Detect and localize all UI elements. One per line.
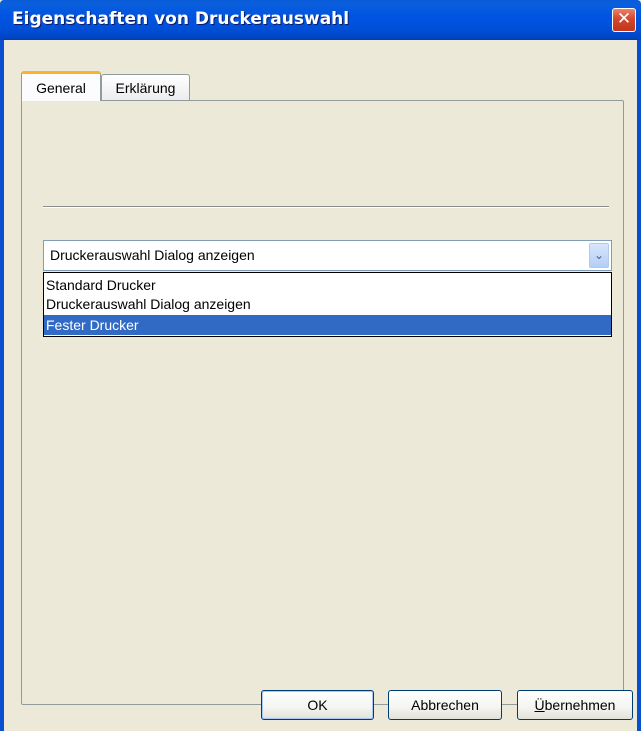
separator-line xyxy=(43,206,609,208)
tab-general[interactable]: General xyxy=(21,71,101,101)
apply-mnemonic: Ü xyxy=(534,697,545,713)
dropdown-option-standard-drucker[interactable]: Standard Drucker xyxy=(44,275,611,295)
ok-button[interactable]: OK xyxy=(261,690,374,720)
tab-erklaerung[interactable]: Erklärung xyxy=(101,74,190,100)
dropdown-arrow-glyph: ⌄ xyxy=(593,248,605,262)
close-button[interactable]: ✕ xyxy=(612,8,636,32)
properties-dialog: Eigenschaften von Druckerauswahl ✕ Gener… xyxy=(0,0,641,731)
dropdown-list[interactable]: Standard Drucker Druckerauswahl Dialog a… xyxy=(43,272,612,337)
combobox-selected-value: Druckerauswahl Dialog anzeigen xyxy=(50,247,255,263)
cancel-button[interactable]: Abbrechen xyxy=(388,690,502,720)
close-icon: ✕ xyxy=(616,9,632,29)
tab-page-general xyxy=(21,100,624,705)
dropdown-option-fester-drucker[interactable]: Fester Drucker xyxy=(44,315,611,335)
window-frame-right xyxy=(637,40,641,731)
dropdown-option-dialog-anzeigen[interactable]: Druckerauswahl Dialog anzeigen xyxy=(44,294,611,314)
window-title: Eigenschaften von Druckerauswahl xyxy=(12,9,350,29)
apply-button[interactable]: Übernehmen xyxy=(517,690,633,720)
chevron-down-icon[interactable]: ⌄ xyxy=(589,243,609,268)
title-bar[interactable]: Eigenschaften von Druckerauswahl ✕ xyxy=(0,0,641,40)
apply-label-rest: bernehmen xyxy=(544,697,616,713)
window-frame-left xyxy=(0,40,4,731)
printer-selection-combobox[interactable]: Druckerauswahl Dialog anzeigen ⌄ xyxy=(43,240,612,271)
